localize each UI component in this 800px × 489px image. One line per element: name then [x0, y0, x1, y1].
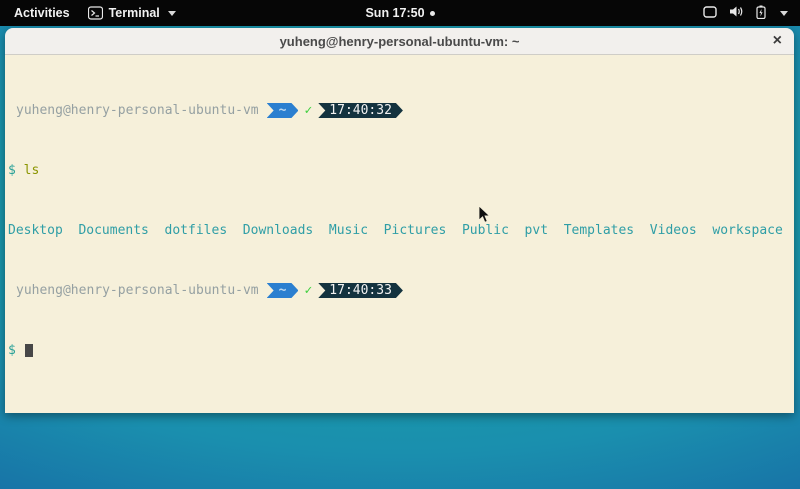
system-tray[interactable]: [703, 5, 800, 22]
volume-icon: [729, 5, 744, 21]
status-check-icon: ✓: [304, 103, 312, 118]
terminal-icon: [88, 6, 103, 20]
text-cursor: [25, 344, 33, 357]
top-bar: Activities Terminal Sun 17:50: [0, 0, 800, 26]
activities-button[interactable]: Activities: [10, 4, 74, 22]
window-title: yuheng@henry-personal-ubuntu-vm: ~: [280, 34, 520, 49]
clock-label[interactable]: Sun 17:50: [365, 6, 424, 20]
prompt-user: yuheng@henry-personal-ubuntu-vm: [8, 103, 259, 118]
prompt-line-1: yuheng@henry-personal-ubuntu-vm ~ ✓ 17:4…: [8, 103, 792, 118]
prompt-symbol: $: [8, 163, 16, 178]
prompt-path-segment: ~: [267, 283, 299, 298]
directory-list: Desktop Documents dotfiles Downloads Mus…: [8, 223, 783, 238]
prompt-time-segment: 17:40:33: [318, 283, 403, 298]
typed-command: ls: [24, 163, 40, 178]
chevron-down-icon: [780, 11, 788, 16]
app-menu-terminal[interactable]: Terminal: [88, 6, 176, 20]
command-line: $ ls: [8, 163, 792, 178]
window-titlebar[interactable]: yuheng@henry-personal-ubuntu-vm: ~ ×: [5, 28, 794, 55]
battery-charging-icon: [756, 5, 766, 22]
prompt-line-2: yuheng@henry-personal-ubuntu-vm ~ ✓ 17:4…: [8, 283, 792, 298]
prompt-path-segment: ~: [267, 103, 299, 118]
close-icon[interactable]: ×: [773, 31, 782, 51]
notification-dot-icon: [430, 11, 435, 16]
terminal-window: yuheng@henry-personal-ubuntu-vm: ~ × yuh…: [5, 28, 794, 413]
prompt-time-segment: 17:40:32: [318, 103, 403, 118]
prompt-user: yuheng@henry-personal-ubuntu-vm: [8, 283, 259, 298]
prompt-symbol: $: [8, 343, 16, 358]
terminal-screen[interactable]: yuheng@henry-personal-ubuntu-vm ~ ✓ 17:4…: [5, 55, 794, 413]
chevron-down-icon: [168, 11, 176, 16]
display-icon: [703, 6, 717, 21]
input-line[interactable]: $: [8, 343, 792, 358]
ls-output-line: Desktop Documents dotfiles Downloads Mus…: [8, 223, 792, 238]
status-check-icon: ✓: [304, 283, 312, 298]
app-menu-label: Terminal: [109, 6, 160, 20]
top-bar-left: Activities Terminal: [0, 4, 176, 22]
